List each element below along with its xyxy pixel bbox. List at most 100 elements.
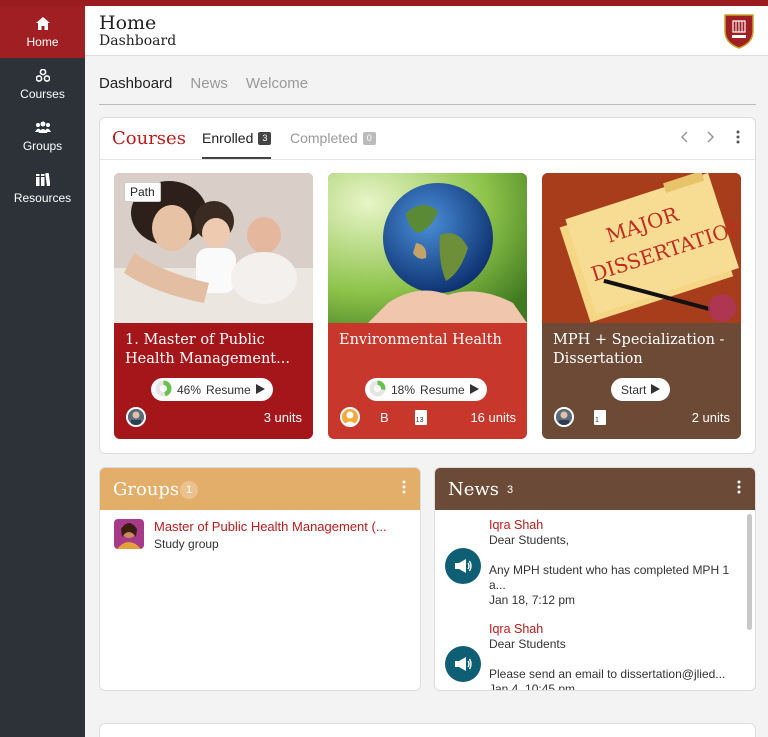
page-title: Home — [99, 12, 157, 34]
progress-percent: 18% — [391, 382, 416, 397]
chevron-right-icon[interactable] — [707, 130, 715, 148]
tab-welcome[interactable]: Welcome — [246, 72, 308, 104]
progress-donut-icon — [369, 380, 386, 400]
resume-button[interactable]: 18% Resume — [365, 378, 487, 401]
more-options-icon[interactable] — [736, 130, 740, 149]
course-grade-letter: B — [380, 409, 389, 425]
course-card[interactable]: Environmental Health 18% Resume B 13 16 … — [328, 173, 527, 439]
instructor-avatar[interactable] — [340, 407, 360, 427]
resume-label: Resume — [420, 382, 465, 397]
sidebar-item-home[interactable]: Home — [0, 6, 85, 58]
group-list-item[interactable]: Master of Public Health Management (... … — [114, 519, 387, 551]
groups-header: Groups 1 — [100, 468, 420, 510]
sidebar-item-label: Courses — [20, 87, 65, 101]
course-footer: 3 units — [126, 407, 302, 427]
start-label: Start — [621, 382, 647, 397]
tab-news[interactable]: News — [190, 72, 228, 104]
instructor-avatar[interactable] — [126, 407, 146, 427]
news-header: News 3 — [435, 468, 755, 510]
news-date: Jan 4, 10:45 pm — [489, 682, 576, 691]
play-icon — [469, 383, 479, 397]
page-subtitle: Dashboard — [99, 33, 177, 49]
news-date: Jan 18, 7:12 pm — [489, 593, 576, 607]
resume-label: Resume — [206, 382, 251, 397]
course-image-dissertation: MAJOR DISSERTATION — [542, 173, 741, 323]
sidebar-item-label: Home — [26, 35, 59, 49]
sidebar-item-courses[interactable]: Courses — [0, 58, 85, 110]
document-count: 1 — [595, 416, 599, 424]
progress-percent: 46% — [177, 382, 202, 397]
progress-donut-icon — [155, 379, 172, 400]
megaphone-icon — [445, 646, 481, 682]
course-card[interactable]: MAJOR DISSERTATION MPH + Specialization … — [542, 173, 741, 439]
course-title[interactable]: Environmental Health — [339, 331, 517, 350]
resources-icon — [35, 171, 50, 187]
groups-count-badge: 1 — [180, 481, 198, 499]
group-name-link[interactable]: Master of Public Health Management (... — [154, 519, 387, 534]
tab-enrolled-label: Enrolled — [202, 130, 254, 146]
document-count: 13 — [415, 416, 424, 424]
tab-dashboard[interactable]: Dashboard — [99, 72, 172, 104]
news-author-link[interactable]: Iqra Shah — [489, 518, 734, 533]
sidebar: Home Courses Groups Resources — [0, 6, 85, 737]
course-units: 2 units — [691, 409, 730, 425]
courses-widget: Courses Enrolled 3 Completed 0 Path 1. M… — [99, 117, 756, 454]
courses-icon — [35, 67, 50, 83]
group-type: Study group — [154, 537, 219, 551]
news-widget: News 3 Iqra Shah Dear Students, Any MPH … — [434, 467, 756, 691]
tab-completed[interactable]: Completed 0 — [290, 130, 376, 146]
tab-enrolled[interactable]: Enrolled 3 — [202, 130, 272, 159]
document-icon: 1 — [594, 409, 606, 425]
resume-button[interactable]: 46% Resume — [151, 378, 273, 401]
course-title[interactable]: 1. Master of Public Health Management... — [125, 331, 303, 369]
sidebar-item-label: Resources — [13, 191, 72, 205]
news-list: Iqra Shah Dear Students, Any MPH student… — [435, 511, 755, 691]
course-card[interactable]: Path 1. Master of Public Health Manageme… — [114, 173, 313, 439]
course-footer: B 13 16 units — [340, 407, 516, 427]
page-header: Home Dashboard — [85, 6, 768, 56]
sidebar-item-label: Groups — [22, 139, 63, 153]
groups-icon — [34, 119, 51, 135]
start-button[interactable]: Start — [611, 378, 671, 401]
megaphone-icon — [445, 548, 481, 584]
dashboard-tabs: Dashboard News Welcome — [99, 72, 756, 105]
news-greeting: Dear Students — [489, 637, 566, 651]
more-options-icon[interactable] — [402, 480, 406, 499]
home-icon — [35, 15, 50, 31]
news-author-link[interactable]: Iqra Shah — [489, 622, 734, 637]
news-title: News — [448, 479, 500, 500]
course-image-globe — [328, 173, 527, 323]
news-text: Iqra Shah Dear Students Please send an e… — [489, 622, 734, 691]
news-excerpt: Please send an email to dissertation@jli… — [489, 667, 726, 681]
course-units: 3 units — [263, 409, 302, 425]
course-image-family: Path — [114, 173, 313, 323]
news-excerpt: Any MPH student who has completed MPH 1 … — [489, 563, 730, 592]
course-units: 16 units — [470, 409, 516, 425]
courses-header: Courses Enrolled 3 Completed 0 — [100, 118, 755, 160]
chevron-left-icon[interactable] — [680, 130, 688, 148]
groups-widget: Groups 1 Master of Public Health Managem… — [99, 467, 421, 691]
tab-completed-label: Completed — [290, 130, 358, 146]
courses-title: Courses — [112, 128, 186, 149]
sidebar-item-groups[interactable]: Groups — [0, 110, 85, 162]
sidebar-item-resources[interactable]: Resources — [0, 162, 85, 214]
course-footer: 1 2 units — [554, 407, 730, 427]
group-avatar — [114, 519, 144, 549]
news-text: Iqra Shah Dear Students, Any MPH student… — [489, 518, 734, 608]
enrolled-count-badge: 3 — [258, 131, 272, 145]
next-widget-card — [99, 723, 756, 737]
path-badge: Path — [124, 182, 161, 202]
more-options-icon[interactable] — [737, 480, 741, 499]
news-greeting: Dear Students, — [489, 533, 570, 547]
course-title[interactable]: MPH + Specialization - Dissertation — [553, 331, 731, 369]
active-tab-underline — [202, 157, 272, 159]
play-icon — [255, 383, 265, 397]
instructor-avatar[interactable] — [554, 407, 574, 427]
news-scrollbar[interactable] — [747, 514, 752, 630]
groups-title: Groups — [113, 479, 180, 500]
institution-crest-logo[interactable] — [724, 13, 754, 54]
completed-count-badge: 0 — [362, 131, 376, 145]
play-icon — [651, 383, 661, 397]
news-count-badge: 3 — [506, 484, 514, 496]
document-icon: 13 — [414, 409, 427, 425]
